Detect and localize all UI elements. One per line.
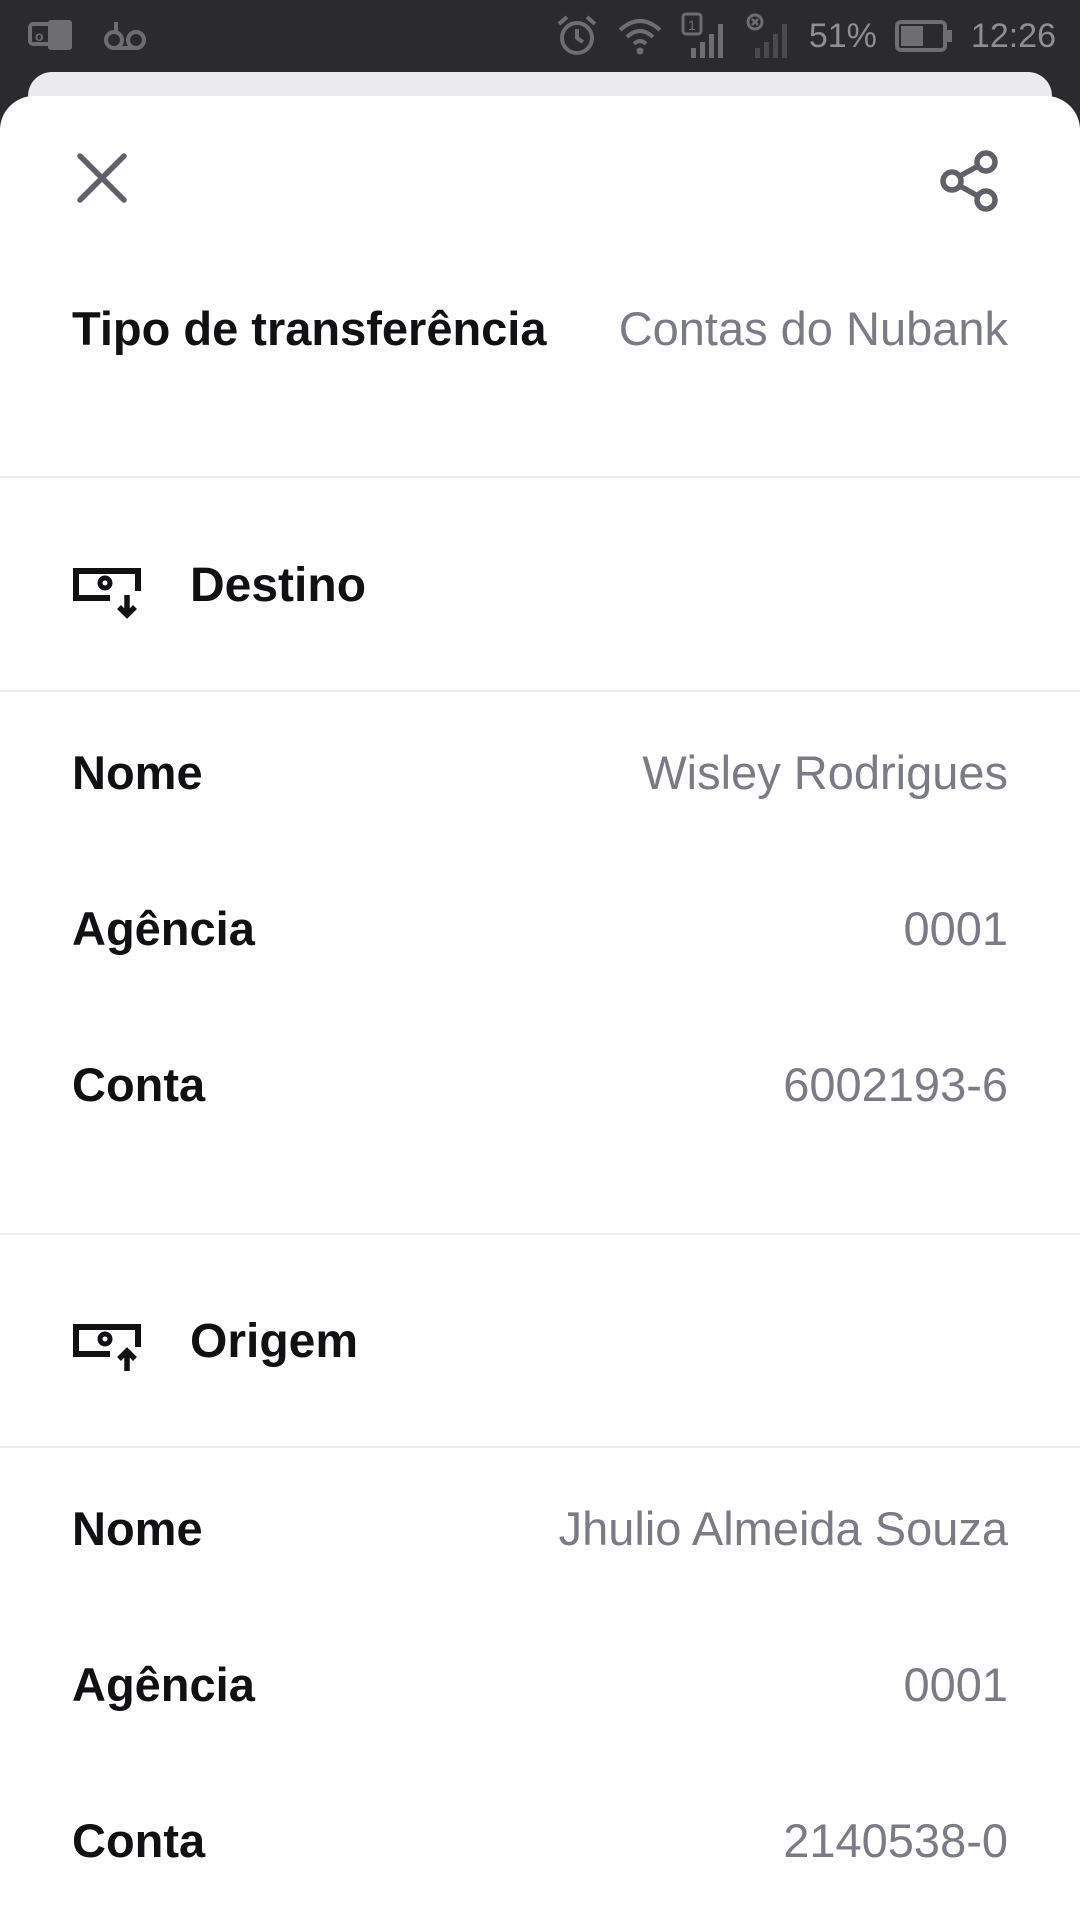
bank-account-out-icon: [73, 1324, 141, 1371]
origin-agency-label: Agência: [72, 1657, 255, 1711]
origin-name-row: Nome Jhulio Almeida Souza: [72, 1488, 1008, 1568]
destination-section-header: Destino: [72, 540, 366, 630]
divider: [0, 476, 1080, 478]
origin-title: Origem: [190, 1314, 359, 1368]
share-icon: [940, 150, 998, 212]
divider: [0, 690, 1080, 692]
status-bar: o 1 51% 12:26: [0, 0, 1080, 72]
divider: [0, 1233, 1080, 1235]
close-button[interactable]: [70, 146, 134, 210]
battery-percent: 51%: [808, 16, 877, 55]
voicemail-icon: [102, 16, 148, 56]
close-icon: [77, 153, 127, 203]
destination-agency-row: Agência 0001: [72, 888, 1008, 968]
origin-agency-row: Agência 0001: [72, 1644, 1008, 1724]
transfer-type-row: Tipo de transferência Contas do Nubank: [72, 288, 1008, 368]
alarm-icon: [555, 14, 599, 58]
notification-app-icon: o: [28, 16, 76, 56]
origin-name-value: Jhulio Almeida Souza: [558, 1501, 1008, 1555]
destination-name-value: Wisley Rodrigues: [642, 745, 1008, 799]
origin-section-header: Origem: [72, 1296, 358, 1386]
destination-name-label: Nome: [72, 745, 203, 799]
destination-account-row: Conta 6002193-6: [72, 1044, 1008, 1124]
origin-account-value: 2140538-0: [783, 1813, 1008, 1867]
status-bar-right: 1 51% 12:26: [555, 12, 1056, 60]
svg-text:o: o: [35, 28, 44, 44]
destination-account-label: Conta: [72, 1057, 206, 1111]
wifi-icon: [617, 16, 663, 56]
origin-name-label: Nome: [72, 1501, 203, 1555]
signal-sim1-icon: 1: [681, 12, 727, 60]
transfer-type-label: Tipo de transferência: [72, 301, 547, 355]
origin-account-label: Conta: [72, 1813, 206, 1867]
destination-title: Destino: [190, 558, 367, 612]
share-button[interactable]: [936, 146, 1006, 216]
svg-text:1: 1: [688, 17, 696, 33]
destination-agency-value: 0001: [903, 901, 1008, 955]
destination-agency-label: Agência: [72, 901, 255, 955]
origin-agency-value: 0001: [903, 1657, 1008, 1711]
signal-sim2-icon: [745, 12, 791, 60]
destination-name-row: Nome Wisley Rodrigues: [72, 732, 1008, 812]
transfer-type-value: Contas do Nubank: [618, 301, 1008, 355]
battery-icon: [894, 19, 953, 53]
destination-account-value: 6002193-6: [783, 1057, 1008, 1111]
clock: 12:26: [970, 16, 1056, 55]
origin-account-row: Conta 2140538-0: [72, 1800, 1008, 1880]
divider: [0, 1446, 1080, 1448]
status-bar-left: o: [28, 12, 148, 60]
bank-account-in-icon: [73, 568, 141, 619]
